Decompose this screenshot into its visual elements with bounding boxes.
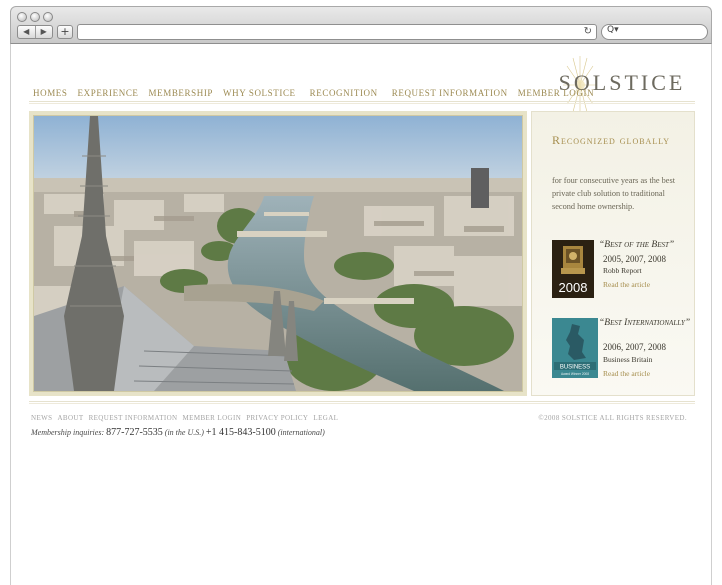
footer-link-privacy-policy[interactable]: PRIVACY POLICY — [246, 414, 308, 422]
nav-member-login[interactable]: MEMBER LOGIN — [518, 88, 594, 98]
phone-intl-note: (international) — [277, 428, 325, 437]
copyright-text: ©2008 SOLSTICE ALL RIGHTS RESERVED. — [538, 414, 687, 422]
address-bar[interactable]: ↻ — [77, 24, 597, 40]
inquiry-label: Membership inquiries: — [31, 428, 105, 437]
close-window-icon[interactable] — [17, 12, 27, 22]
footer-divider — [29, 401, 695, 404]
business-britain-award-image[interactable]: BUSINESS Award Winner 2008 — [552, 318, 598, 378]
web-page: SOLSTICE HOMES EXPERIENCE MEMBERSHIP WHY… — [10, 44, 712, 585]
nav-request-information[interactable]: REQUEST INFORMATION — [392, 88, 508, 98]
search-input[interactable]: Q▾ — [601, 24, 708, 40]
sidebar-title: Recognized globally — [552, 133, 671, 147]
read-article-link[interactable]: Read the article — [603, 280, 650, 289]
footer-link-request-information[interactable]: REQUEST INFORMATION — [89, 414, 178, 422]
reload-icon[interactable]: ↻ — [584, 26, 592, 37]
forward-button[interactable]: ▶ — [34, 26, 53, 38]
nav-homes[interactable]: HOMES — [33, 88, 68, 98]
phone-us-note: (in the U.S.) — [164, 428, 204, 437]
award-title: “Best Internationally” — [599, 318, 691, 328]
badge-sub-text: Award Winner 2008 — [561, 372, 589, 376]
trophy-icon: 2008 — [552, 240, 594, 298]
robb-report-award-image[interactable]: 2008 — [552, 240, 594, 298]
award-years: 2005, 2007, 2008 — [603, 254, 666, 264]
badge-label-text: BUSINESS — [560, 365, 590, 371]
nav-why-solstice[interactable]: WHY SOLSTICE — [223, 88, 296, 98]
history-buttons: ◀ ▶ — [17, 25, 53, 39]
browser-toolbar: ◀ ▶ + ↻ Q▾ — [10, 6, 712, 44]
nav-recognition[interactable]: RECOGNITION — [310, 88, 378, 98]
footer-link-legal[interactable]: LEGAL — [313, 414, 338, 422]
read-article-link[interactable]: Read the article — [603, 369, 650, 378]
new-tab-button[interactable]: + — [57, 25, 73, 39]
footer-link-member-login[interactable]: MEMBER LOGIN — [183, 414, 242, 422]
footer-link-news[interactable]: NEWS — [31, 414, 52, 422]
phone-us[interactable]: 877-727-5535 — [106, 427, 163, 438]
paris-aerial-image — [34, 116, 522, 391]
browser-window: ◀ ▶ + ↻ Q▾ SOLSTICE HOMES EXPERIENCE MEM… — [0, 0, 722, 585]
search-icon[interactable]: Q▾ — [607, 25, 619, 35]
nav-experience[interactable]: EXPERIENCE — [78, 88, 139, 98]
recognition-sidebar: Recognized globally for four consecutive… — [531, 111, 695, 396]
phone-international[interactable]: +1 415-843-5100 — [206, 427, 276, 438]
membership-inquiries: Membership inquiries: 877-727-5535 (in t… — [31, 427, 325, 438]
award-year-text: 2008 — [559, 280, 588, 295]
award-source: Robb Report — [603, 266, 642, 275]
back-button[interactable]: ◀ — [18, 26, 35, 38]
nav-membership[interactable]: MEMBERSHIP — [149, 88, 214, 98]
minimize-window-icon[interactable] — [30, 12, 40, 22]
award-years: 2006, 2007, 2008 — [603, 342, 666, 352]
footer-link-about[interactable]: ABOUT — [57, 414, 83, 422]
award-robb-report: 2008 “Best of the Best” 2005, 2007, 2008… — [552, 240, 692, 300]
award-source: Business Britain — [603, 355, 653, 364]
main-navigation: HOMES EXPERIENCE MEMBERSHIP WHY SOLSTICE… — [33, 88, 604, 98]
hero-image-frame — [29, 111, 527, 396]
uk-map-icon: BUSINESS Award Winner 2008 — [552, 318, 598, 378]
footer-navigation: NEWS ABOUT REQUEST INFORMATION MEMBER LO… — [31, 414, 343, 422]
sidebar-description: for four consecutive years as the best p… — [552, 176, 676, 211]
hero-image[interactable] — [33, 115, 523, 392]
zoom-window-icon[interactable] — [43, 12, 53, 22]
award-business-britain: BUSINESS Award Winner 2008 “Best Interna… — [552, 318, 692, 378]
award-title: “Best of the Best” — [599, 240, 675, 250]
nav-divider — [29, 101, 695, 104]
